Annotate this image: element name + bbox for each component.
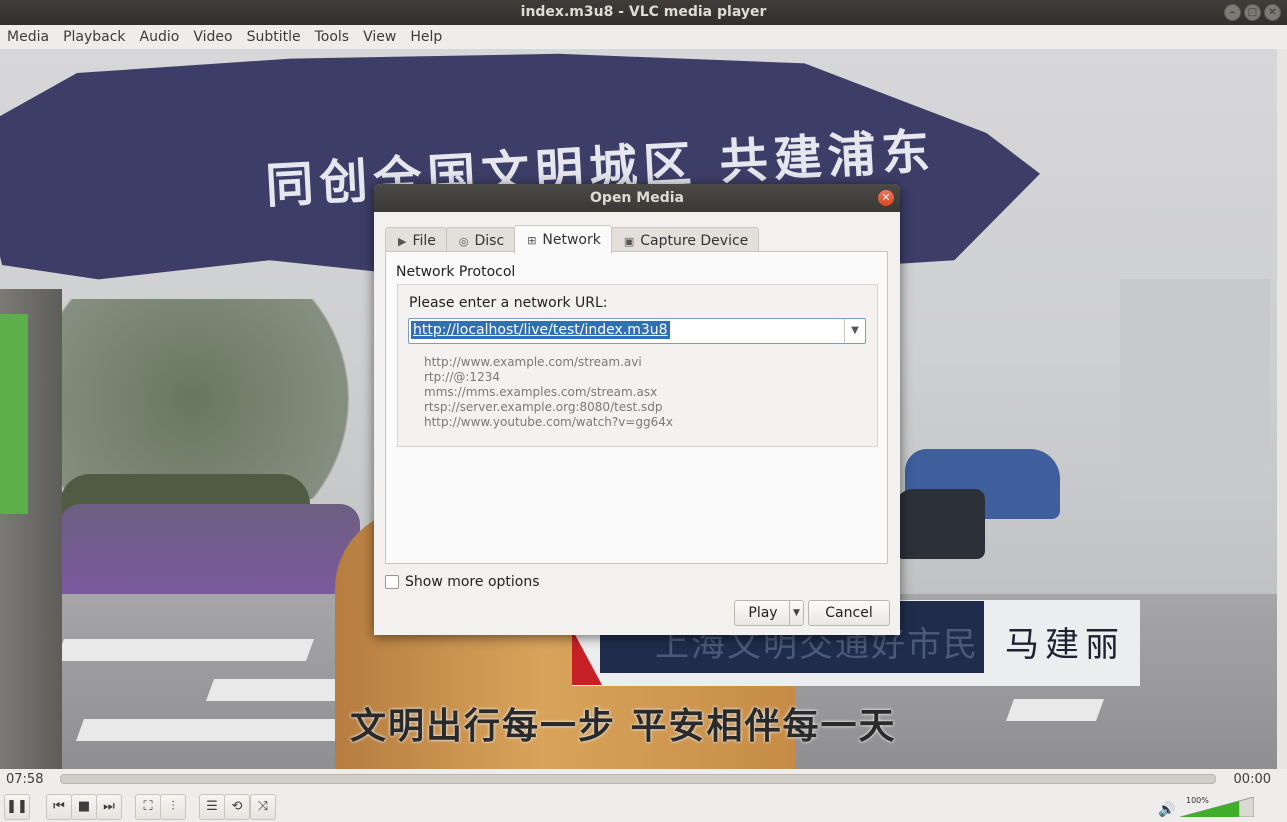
control-bar: ❚❚ ⏮ ■ ⏭ ⛶ ⫶ ☰ ⟲ ⤨ 🔊 100% xyxy=(0,791,1287,822)
fullscreen-icon[interactable]: ⛶ xyxy=(135,794,161,820)
show-more-options-checkbox[interactable] xyxy=(385,575,399,589)
play-options-chevron-icon[interactable]: ▼ xyxy=(789,600,804,626)
network-protocol-label: Network Protocol xyxy=(396,264,516,280)
background-building xyxy=(1120,279,1270,499)
network-icon: ⊞ xyxy=(527,233,537,247)
tab-disc[interactable]: ◎ Disc xyxy=(445,227,516,254)
tab-file[interactable]: ▶ File xyxy=(385,227,447,254)
dialog-title: Open Media xyxy=(590,190,684,206)
playlist-icon[interactable]: ☰ xyxy=(199,794,225,820)
remaining-time[interactable]: 00:00 xyxy=(1234,772,1271,787)
stop-icon[interactable]: ■ xyxy=(71,794,97,820)
previous-icon[interactable]: ⏮ xyxy=(46,794,72,820)
background-flowers xyxy=(60,504,360,594)
speaker-icon[interactable]: 🔊 xyxy=(1158,802,1175,818)
loop-icon[interactable]: ⟲ xyxy=(224,794,250,820)
window-title: index.m3u8 - VLC media player xyxy=(520,4,767,20)
cancel-button[interactable]: Cancel xyxy=(808,600,890,626)
menu-bar: Media Playback Audio Video Subtitle Tool… xyxy=(0,25,1287,49)
url-example: rtp://@:1234 xyxy=(424,370,500,384)
shuffle-icon[interactable]: ⤨ xyxy=(250,794,276,820)
tab-file-label: File xyxy=(412,233,436,249)
disc-icon: ◎ xyxy=(458,234,469,248)
show-more-options-label: Show more options xyxy=(405,574,540,590)
menu-media[interactable]: Media xyxy=(0,25,56,49)
background-car xyxy=(895,489,985,559)
menu-subtitle[interactable]: Subtitle xyxy=(240,25,308,49)
maximize-icon[interactable]: □ xyxy=(1244,4,1261,21)
tab-network[interactable]: ⊞ Network xyxy=(514,225,612,254)
tab-capture-device-label: Capture Device xyxy=(640,233,749,249)
minimize-icon[interactable]: – xyxy=(1224,4,1241,21)
network-url-group: Please enter a network URL: http://local… xyxy=(397,284,878,447)
crosswalk-stripe xyxy=(75,719,345,741)
close-window-icon[interactable]: ✕ xyxy=(1264,4,1281,21)
dialog-tabs: ▶ File ◎ Disc ⊞ Network ▣ Capture Device xyxy=(385,225,760,254)
url-dropdown-chevron-icon[interactable]: ▼ xyxy=(844,319,865,343)
capture-device-icon: ▣ xyxy=(623,234,635,248)
play-button[interactable]: Play xyxy=(734,600,792,626)
menu-help[interactable]: Help xyxy=(403,25,449,49)
background-sign xyxy=(0,314,28,514)
tab-capture-device[interactable]: ▣ Capture Device xyxy=(610,227,760,254)
url-example: http://www.example.com/stream.avi xyxy=(424,355,642,369)
network-url-input[interactable]: http://localhost/live/test/index.m3u8 ▼ xyxy=(408,318,866,344)
window-controls: – □ ✕ xyxy=(1224,4,1281,21)
window-title-bar: index.m3u8 - VLC media player – □ ✕ xyxy=(0,0,1287,25)
menu-tools[interactable]: Tools xyxy=(308,25,357,49)
crosswalk-stripe xyxy=(55,639,315,661)
pause-icon[interactable]: ❚❚ xyxy=(4,794,30,820)
menu-playback[interactable]: Playback xyxy=(56,25,132,49)
lower-third-name: 马建丽 xyxy=(1005,625,1125,665)
open-media-dialog: Open Media ✕ ▶ File ◎ Disc ⊞ Network ▣ C… xyxy=(374,184,900,635)
volume-label: 100% xyxy=(1186,796,1209,805)
url-prompt: Please enter a network URL: xyxy=(409,295,608,311)
show-more-options[interactable]: Show more options xyxy=(385,574,540,590)
tab-disc-label: Disc xyxy=(474,233,505,249)
menu-audio[interactable]: Audio xyxy=(133,25,187,49)
file-icon: ▶ xyxy=(398,234,407,248)
extended-settings-icon[interactable]: ⫶ xyxy=(160,794,186,820)
url-examples: http://www.example.com/stream.avi rtp://… xyxy=(424,355,673,430)
background-trees xyxy=(60,299,390,499)
video-edge xyxy=(1277,49,1287,769)
elapsed-time: 07:58 xyxy=(6,772,44,787)
menu-view[interactable]: View xyxy=(356,25,403,49)
next-icon[interactable]: ⏭ xyxy=(96,794,122,820)
dialog-close-icon[interactable]: ✕ xyxy=(878,190,894,206)
network-url-value[interactable]: http://localhost/live/test/index.m3u8 xyxy=(411,321,670,339)
menu-video[interactable]: Video xyxy=(186,25,239,49)
tab-network-label: Network xyxy=(542,232,601,248)
url-example: rtsp://server.example.org:8080/test.sdp xyxy=(424,400,663,414)
seek-bar-area: 07:58 00:00 xyxy=(0,769,1287,791)
url-example: mms://mms.examples.com/stream.asx xyxy=(424,385,658,399)
seek-slider[interactable] xyxy=(60,774,1216,784)
crosswalk-stripe xyxy=(1005,699,1105,721)
network-panel: Network Protocol Please enter a network … xyxy=(385,251,888,564)
url-example: http://www.youtube.com/watch?v=gg64x xyxy=(424,415,673,429)
video-subtitle: 文明出行每一步 平安相伴每一天 xyxy=(350,706,897,747)
dialog-title-bar: Open Media ✕ xyxy=(374,184,900,212)
